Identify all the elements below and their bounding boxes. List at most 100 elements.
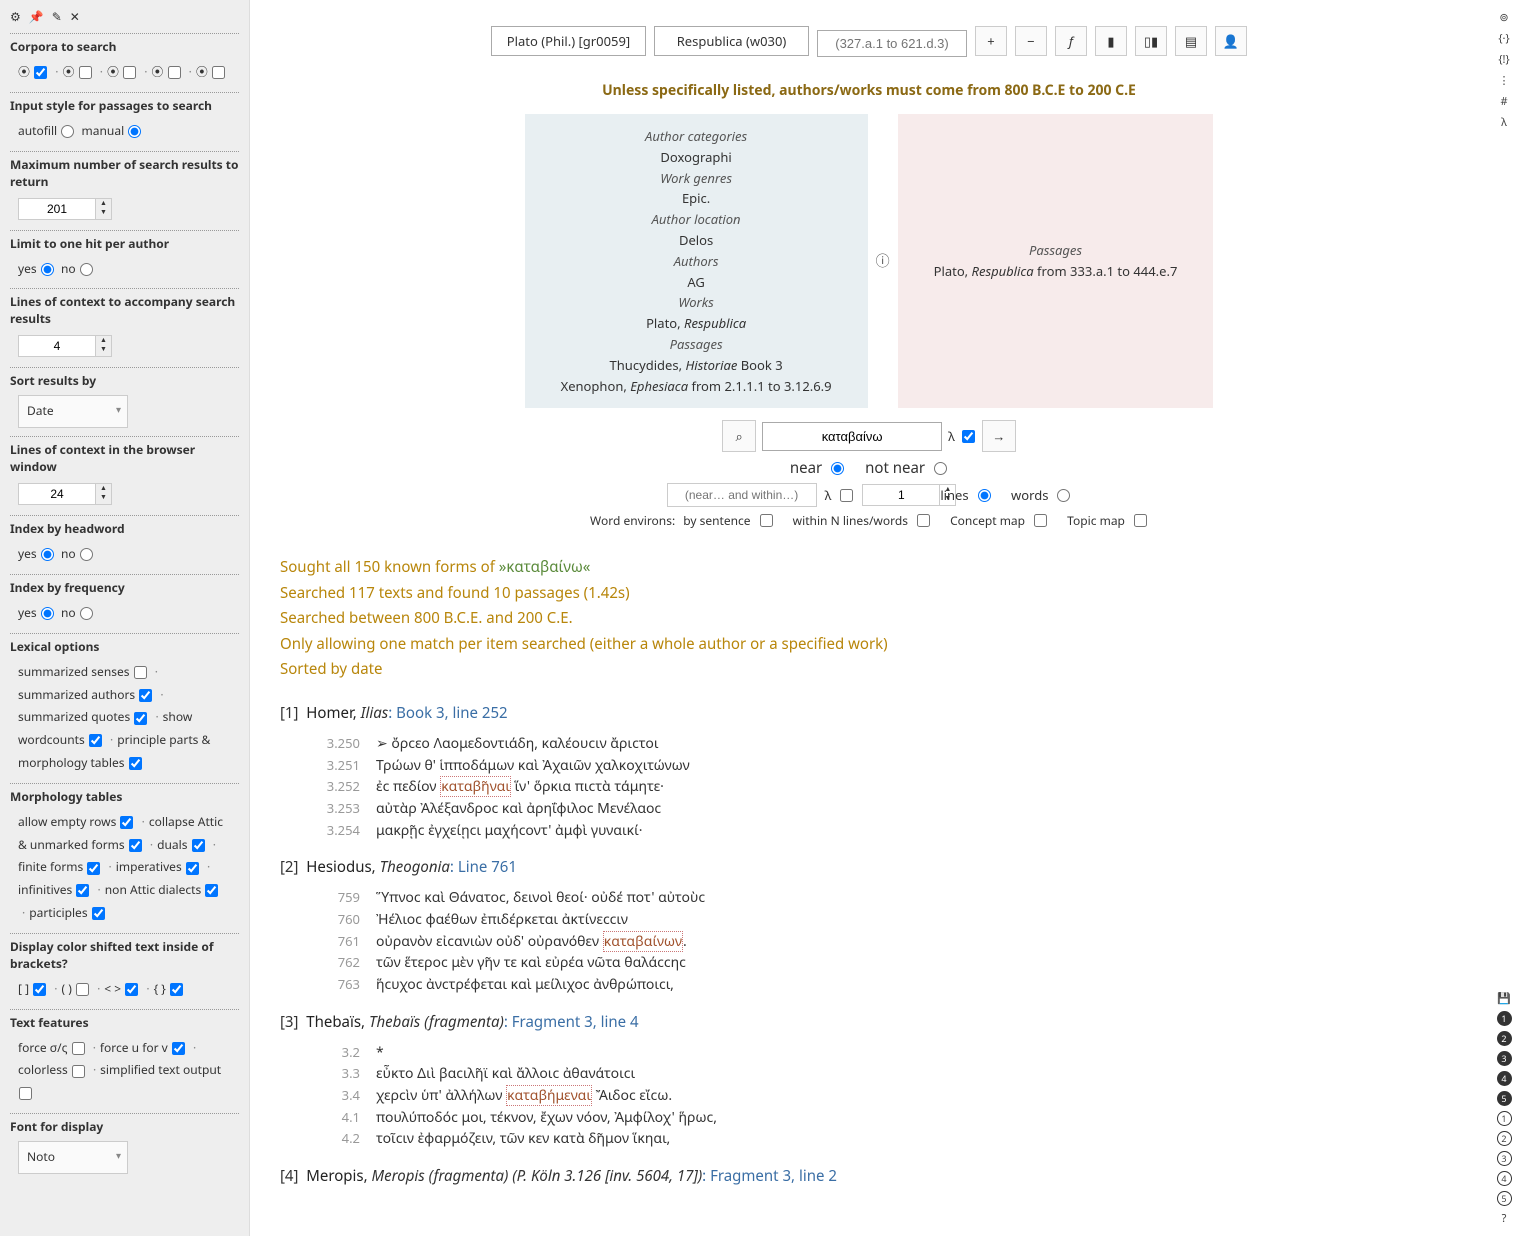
lex-wc-check[interactable] [89,734,102,747]
corpus-check-3[interactable] [123,66,136,79]
spinner-down-icon[interactable]: ▼ [96,345,111,354]
morph-part-check[interactable] [92,907,105,920]
morph-imper-check[interactable] [186,862,199,875]
lex-authors-check[interactable] [139,689,152,702]
browser-lines-input[interactable] [18,483,96,505]
morph-nonattic-check[interactable] [205,884,218,897]
bracket-curly-check[interactable] [170,983,183,996]
work-input[interactable]: Respublica (w030) [654,26,809,56]
lex-principle-check[interactable] [129,757,142,770]
rail-icon[interactable]: {·} [1498,31,1509,46]
preset-3[interactable]: 3 [1497,1051,1512,1066]
words-radio[interactable] [1057,489,1070,502]
rail-icon[interactable]: {!} [1498,52,1509,67]
rail-icon[interactable]: ⊚ [1499,10,1508,25]
corpus-check-2[interactable] [79,66,92,79]
max-results-spinner[interactable]: ▲▼ [18,198,118,220]
corpus-check-1[interactable] [34,66,47,79]
save-icon[interactable]: 💾 [1497,991,1511,1006]
bracket-sq-check[interactable] [33,983,46,996]
passage-title[interactable]: [1] Homer, Ilias: Book 3, line 252 [280,703,1458,723]
add-button[interactable]: + [975,26,1007,56]
context-lines-input[interactable] [18,335,96,357]
spinner-up-icon[interactable]: ▲ [96,484,111,493]
headword-yes-radio[interactable] [41,548,54,561]
preset-4[interactable]: 4 [1497,1071,1512,1086]
lambda-check[interactable] [962,430,975,443]
layout2-button[interactable]: ▯▮ [1135,26,1167,56]
edit-icon[interactable]: ✎ [52,8,62,25]
freq-yes-radio[interactable] [41,607,54,620]
lex-senses-check[interactable] [134,666,147,679]
onehit-yes-radio[interactable] [41,263,54,276]
bracket-rnd-check[interactable] [76,983,89,996]
morph-duals-check[interactable] [192,839,205,852]
layout3-button[interactable]: ▤ [1175,26,1207,56]
lex-quotes-check[interactable] [134,712,147,725]
help-icon[interactable]: ? [1502,1211,1507,1226]
manual-radio[interactable] [128,125,141,138]
author-input[interactable]: Plato (Phil.) [gr0059] [491,26,646,56]
rail-icon[interactable]: ⋮ [1498,73,1509,88]
tf-ufv-check[interactable] [172,1042,185,1055]
env-concept-check[interactable] [1034,514,1047,527]
layout1-button[interactable]: ▮ [1095,26,1127,56]
rail-lambda-icon[interactable]: λ [1501,115,1507,130]
spinner-down-icon[interactable]: ▼ [96,208,111,217]
spinner-up-icon[interactable]: ▲ [96,199,111,208]
lambda2-check[interactable] [840,489,853,502]
gear-icon[interactable]: ⚙ [10,8,21,25]
tf-colorless-check[interactable] [72,1065,85,1078]
search-button[interactable]: ⌕ [722,420,756,452]
spinner-down-icon[interactable]: ▼ [96,493,111,502]
headword-no-radio[interactable] [80,548,93,561]
passage-input[interactable] [817,30,967,57]
slot-2[interactable]: 2 [1497,1131,1512,1146]
morph-infin-check[interactable] [76,884,89,897]
morph-finite-check[interactable] [87,862,100,875]
user-button[interactable]: 👤 [1215,26,1247,56]
distance-spinner[interactable]: ▲▼ [862,484,932,506]
morph-collapse-check[interactable] [129,839,142,852]
env-topic-check[interactable] [1134,514,1147,527]
tf-simp-check[interactable] [19,1087,32,1100]
freq-no-radio[interactable] [80,607,93,620]
preset-5[interactable]: 5 [1497,1091,1512,1106]
lines-radio[interactable] [978,489,991,502]
env-within-check[interactable] [917,514,930,527]
context-lines-spinner[interactable]: ▲▼ [18,335,118,357]
env-sentence-check[interactable] [760,514,773,527]
near-radio[interactable] [831,462,844,475]
search-input[interactable] [762,422,942,451]
sort-select[interactable]: Date [18,395,128,428]
browser-lines-spinner[interactable]: ▲▼ [18,483,118,505]
distance-input[interactable] [862,484,940,506]
autofill-radio[interactable] [61,125,74,138]
notnear-radio[interactable] [934,462,947,475]
corpus-check-4[interactable] [168,66,181,79]
slot-1[interactable]: 1 [1497,1111,1512,1126]
tf-sigma-check[interactable] [72,1042,85,1055]
spinner-up-icon[interactable]: ▲ [96,336,111,345]
preset-2[interactable]: 2 [1497,1031,1512,1046]
info-icon[interactable]: ⓘ [868,251,898,271]
passage-title[interactable]: [2] Hesiodus, Theogonia: Line 761 [280,857,1458,877]
italic-button[interactable]: f [1055,26,1087,56]
corpus-check-5[interactable] [212,66,225,79]
close-icon[interactable]: ✕ [70,8,80,25]
max-results-input[interactable] [18,198,96,220]
pin-icon[interactable]: 📌 [29,8,44,25]
bracket-ang-check[interactable] [125,983,138,996]
slot-4[interactable]: 4 [1497,1171,1512,1186]
remove-button[interactable]: − [1015,26,1047,56]
passage-title[interactable]: [3] Thebaïs, Thebaïs (fragmenta): Fragme… [280,1012,1458,1032]
slot-5[interactable]: 5 [1497,1191,1512,1206]
within-input[interactable] [667,483,817,507]
font-select[interactable]: Noto [18,1141,128,1174]
slot-3[interactable]: 3 [1497,1151,1512,1166]
passage-title[interactable]: [4] Meropis, Meropis (fragmenta) (P. Köl… [280,1166,1458,1186]
go-button[interactable]: → [982,420,1016,452]
preset-1[interactable]: 1 [1497,1011,1512,1026]
onehit-no-radio[interactable] [80,263,93,276]
rail-icon[interactable]: # [1500,94,1507,109]
